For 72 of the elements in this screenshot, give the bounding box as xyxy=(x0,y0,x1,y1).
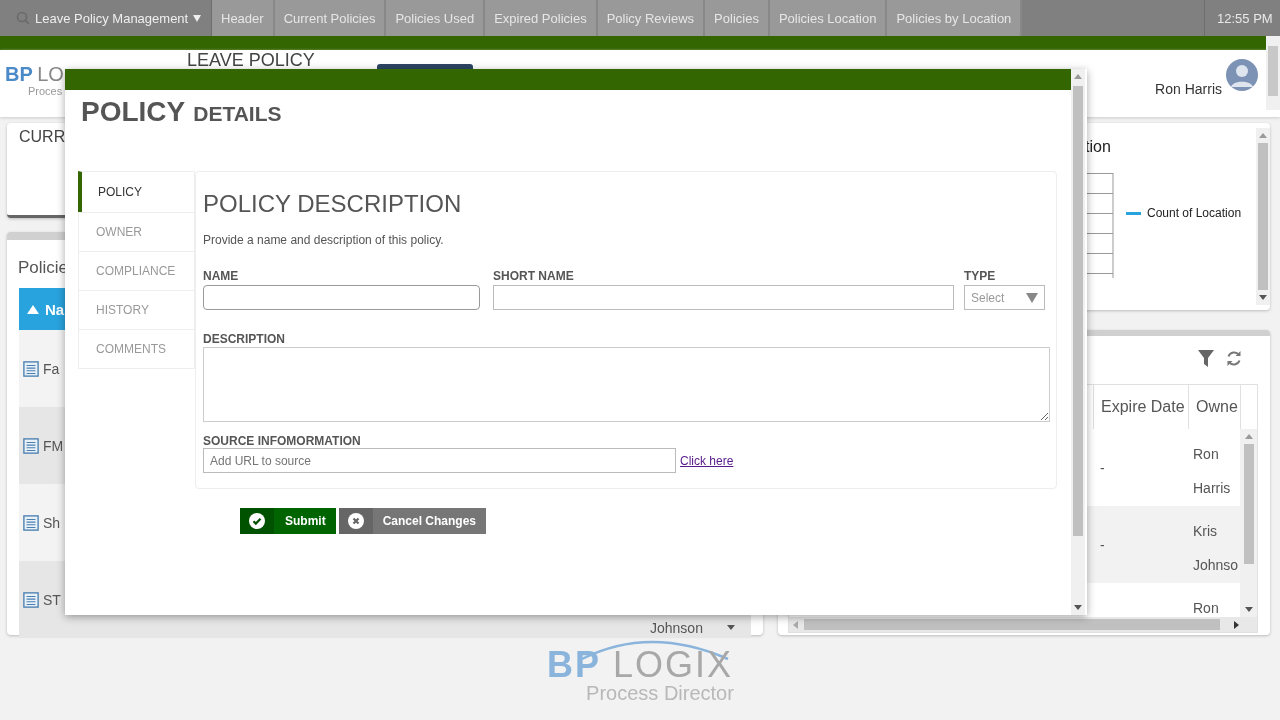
dialog-tab[interactable]: POLICY xyxy=(78,171,195,212)
user-name[interactable]: Ron Harris xyxy=(1155,81,1222,97)
section-title: POLICY DESCRIPTION xyxy=(203,190,463,218)
field-label: TYPE xyxy=(964,269,997,283)
nav-tab[interactable]: Policies xyxy=(705,0,770,36)
vertical-scrollbar[interactable] xyxy=(1256,128,1270,305)
nav-tab[interactable]: Expired Policies xyxy=(485,0,598,36)
dialog-tab[interactable]: COMMENTS xyxy=(78,329,195,368)
table-cell: Johnson xyxy=(650,620,703,636)
nav-tab[interactable]: Current Policies xyxy=(274,0,387,36)
table-cell: Ron Harris xyxy=(1193,446,1231,496)
table-cell: - xyxy=(1100,536,1105,553)
vertical-scrollbar[interactable] xyxy=(1240,429,1257,617)
dialog-title: POLICY xyxy=(81,96,186,128)
close-icon xyxy=(347,513,364,529)
table-cell: FM xyxy=(43,437,64,454)
scroll-down-icon[interactable] xyxy=(727,625,735,630)
check-icon xyxy=(249,513,265,529)
nav-tab[interactable]: Policies Location xyxy=(769,0,888,36)
nav-tab[interactable]: Policies by Location xyxy=(887,0,1023,36)
short-name-field[interactable] xyxy=(493,285,954,310)
logo-subtitle: Process Director xyxy=(586,683,734,703)
horizontal-scrollbar[interactable] xyxy=(789,617,1257,632)
logo-subtitle: Proces xyxy=(28,85,64,97)
caret-icon[interactable] xyxy=(193,14,202,22)
avatar-icon[interactable] xyxy=(1226,58,1258,92)
refresh-icon[interactable] xyxy=(1226,350,1242,367)
table-cell: Ron xyxy=(1193,600,1219,616)
nav-tab[interactable]: Header xyxy=(212,0,275,36)
nav-tab[interactable]: Policies Used xyxy=(386,0,486,36)
sort-icon[interactable] xyxy=(27,304,39,314)
table-cell: Kris Johnso xyxy=(1193,523,1239,573)
submit-button[interactable]: Submit xyxy=(240,508,336,534)
list-icon[interactable] xyxy=(23,514,39,531)
table-cell: - xyxy=(1100,459,1105,476)
description-field[interactable] xyxy=(203,347,1050,422)
card-title: CURR xyxy=(19,128,66,145)
column-header[interactable]: Expire Date xyxy=(1093,385,1188,429)
dialog-tab[interactable]: HISTORY xyxy=(78,290,195,329)
logo-wordmark: LO xyxy=(37,63,64,85)
list-icon[interactable] xyxy=(23,437,39,454)
logo-bp-text: BP xyxy=(5,63,33,85)
dialog-tab[interactable]: OWNER xyxy=(78,212,195,251)
type-dropdown[interactable]: Select xyxy=(964,285,1045,310)
table-cell: ST xyxy=(43,591,61,608)
page-scrollbar[interactable] xyxy=(1266,36,1280,110)
table-cell: Sh xyxy=(43,514,61,531)
logo-bp-text: BP xyxy=(546,647,601,683)
field-label: SOURCE INFOMORMATION xyxy=(203,434,362,448)
logo-wordmark: LOGIX xyxy=(613,647,734,683)
table-cell: Fa xyxy=(43,360,60,377)
app-menu[interactable]: Leave Policy Management xyxy=(35,10,189,26)
list-icon[interactable] xyxy=(23,360,39,377)
column-header[interactable]: Owne xyxy=(1188,385,1240,429)
page-title: LEAVE POLICY xyxy=(187,52,316,68)
dialog-tab[interactable]: COMPLIANCE xyxy=(78,251,195,290)
dialog-subtitle: DETAILS xyxy=(193,102,282,126)
list-icon[interactable] xyxy=(23,591,39,608)
section-intro: Provide a name and description of this policy. xyxy=(203,233,445,247)
nav-tab[interactable]: Policy Reviews xyxy=(597,0,706,36)
legend-label: Count of Location xyxy=(1147,206,1242,220)
name-field[interactable] xyxy=(203,285,480,310)
filter-icon[interactable] xyxy=(1198,350,1214,367)
source-url-field[interactable]: Add URL to source xyxy=(203,448,676,473)
field-label: SHORT NAME xyxy=(493,269,575,283)
cancel-button[interactable]: Cancel Changes xyxy=(338,508,487,534)
field-label: NAME xyxy=(203,269,240,283)
vertical-scrollbar[interactable] xyxy=(1071,69,1085,615)
column-title[interactable]: Na xyxy=(45,300,65,318)
field-label: DESCRIPTION xyxy=(203,332,286,346)
panel-title: Policie xyxy=(18,258,69,278)
click-here-link[interactable]: Click here xyxy=(680,453,734,468)
